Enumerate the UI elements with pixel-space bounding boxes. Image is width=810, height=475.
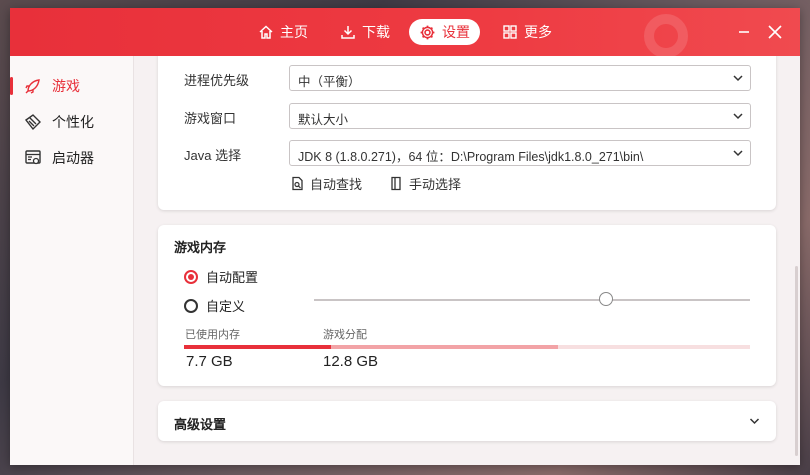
nav-more[interactable]: 更多 (492, 19, 562, 45)
allocated-memory-label: 游戏分配 (323, 329, 367, 341)
gear-icon (420, 25, 435, 39)
java-value: JDK 8 (1.8.0.271)，64 位：D:\Program Files\… (298, 150, 644, 164)
close-button[interactable] (765, 22, 785, 42)
sidebar-item-launcher[interactable]: 启动器 (10, 143, 133, 173)
advanced-title: 高级设置 (174, 417, 227, 432)
nav-more-label: 更多 (524, 24, 552, 40)
sidebar-item-personalize[interactable]: 个性化 (10, 107, 133, 137)
auto-find-button[interactable]: 自动查找 (290, 174, 362, 193)
scrollbar[interactable] (795, 266, 798, 456)
advanced-settings-card[interactable]: 高级设置 (158, 401, 776, 441)
memory-auto-label: 自动配置 (206, 270, 259, 285)
allocated-memory-value: 12.8 GB (323, 353, 379, 370)
sidebar-item-label: 个性化 (52, 114, 94, 130)
launcher-settings-icon (25, 150, 41, 165)
sidebar-item-game[interactable]: 游戏 (10, 71, 133, 101)
nav-settings[interactable]: 设置 (409, 19, 480, 45)
radio-circle (184, 298, 198, 313)
settings-content[interactable]: 进程优先级 中（平衡） 游戏窗口 默认大小 Java 选择 JDK 8 (1.8… (134, 56, 800, 465)
manual-select-label: 手动选择 (409, 177, 462, 192)
nav-home[interactable]: 主页 (248, 19, 318, 45)
active-indicator (10, 77, 13, 95)
brush-icon (24, 114, 41, 131)
folder-icon (391, 176, 401, 191)
nav-home-label: 主页 (280, 24, 308, 40)
sidebar-item-label: 启动器 (52, 150, 94, 166)
used-memory-label: 已使用内存 (185, 329, 240, 341)
java-label: Java 选择 (184, 148, 242, 163)
download-icon (341, 26, 355, 39)
launcher-window: 主页 下载 设置 更多 游戏 个性化 启动器 进程优先级 中（平衡） 游戏窗口 … (10, 8, 800, 465)
memory-title: 游戏内存 (174, 240, 227, 255)
minimize-button[interactable] (734, 22, 754, 42)
home-icon (259, 25, 273, 39)
minimize-icon (739, 31, 749, 33)
nav-download-label: 下载 (362, 24, 390, 40)
file-search-icon (292, 176, 303, 191)
auto-find-label: 自动查找 (310, 177, 363, 192)
grid-icon (503, 25, 517, 39)
memory-custom-radio[interactable]: 自定义 (184, 296, 245, 315)
window-size-select[interactable]: 默认大小 (289, 103, 751, 129)
nav-download[interactable]: 下载 (330, 19, 400, 45)
sidebar-item-label: 游戏 (52, 78, 80, 94)
logo-decoration (644, 14, 688, 58)
priority-label: 进程优先级 (184, 73, 250, 88)
memory-bar-allocated (331, 345, 558, 349)
radio-circle (184, 269, 198, 284)
window-size-value: 默认大小 (298, 113, 349, 127)
memory-custom-label: 自定义 (206, 299, 246, 314)
close-icon (768, 25, 782, 39)
memory-bar-used (184, 345, 332, 349)
chevron-down-icon (733, 75, 743, 82)
memory-card: 游戏内存 自动配置 自定义 已使用内存 游戏分配 7.7 GB 12.8 GB (158, 225, 776, 386)
memory-auto-radio[interactable]: 自动配置 (184, 267, 258, 286)
chevron-down-icon (749, 418, 760, 425)
title-bar: 主页 下载 设置 更多 (10, 8, 800, 58)
window-label: 游戏窗口 (184, 111, 237, 126)
memory-bar (184, 345, 750, 349)
priority-value: 中（平衡） (298, 75, 361, 89)
sidebar: 游戏 个性化 启动器 (10, 56, 134, 465)
chevron-down-icon (733, 113, 743, 120)
used-memory-value: 7.7 GB (186, 353, 233, 370)
memory-slider-track[interactable] (314, 299, 750, 301)
rocket-icon (25, 79, 40, 94)
chevron-down-icon (733, 150, 743, 157)
priority-select[interactable]: 中（平衡） (289, 65, 751, 91)
nav-settings-label: 设置 (442, 24, 470, 40)
memory-slider-thumb[interactable] (599, 292, 614, 306)
manual-select-button[interactable]: 手动选择 (389, 174, 461, 193)
java-select[interactable]: JDK 8 (1.8.0.271)，64 位：D:\Program Files\… (289, 140, 751, 166)
launch-options-card: 进程优先级 中（平衡） 游戏窗口 默认大小 Java 选择 JDK 8 (1.8… (158, 56, 776, 210)
